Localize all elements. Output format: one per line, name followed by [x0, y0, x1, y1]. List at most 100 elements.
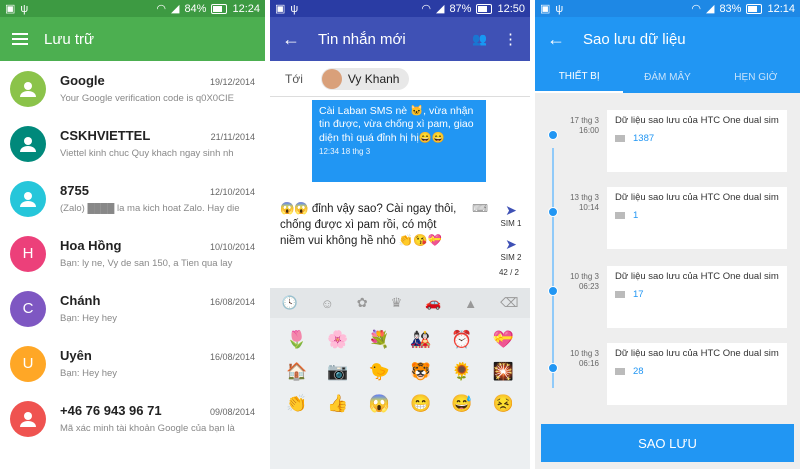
emoji-key[interactable]: 🌸 — [317, 330, 358, 350]
conversation-item[interactable]: +46 76 943 96 71 09/08/2014 Mã xác minh tà… — [0, 391, 265, 446]
backup-screen: ▣ ψ ◠ ◢ 83% 12:14 ← Sao lưu dữ liệu THIẾT… — [535, 0, 800, 469]
compose-area[interactable]: 😱😱 đỉnh vậy sao? Cài ngay thôi, chống đư… — [270, 190, 530, 286]
battery-icon — [746, 3, 763, 14]
tab-schedule[interactable]: HẸN GIỜ — [712, 61, 800, 93]
conversation-item[interactable]: 8755 12/10/2014 (Zalo) ████ la ma kich hoa… — [0, 171, 265, 226]
emoji-key[interactable]: ⏰ — [441, 330, 482, 350]
emoji-key[interactable]: 💝 — [483, 330, 524, 350]
backup-datetime: 13 thg 3 10:14 — [557, 193, 599, 212]
message-date: 09/08/2014 — [209, 407, 255, 417]
avatar — [321, 68, 342, 89]
emoji-key[interactable]: 😱 — [359, 394, 400, 414]
message-snippet: Mã xác minh tài khoản Google của bạn là — [60, 423, 235, 434]
backup-date: 10 thg 3 — [570, 272, 599, 281]
send-sim1-button[interactable]: ➤ SIM 1 — [498, 202, 524, 228]
backup-card[interactable]: Dữ liệu sao lưu của HTC One dual sim 17 — [607, 266, 787, 328]
emoji-category-tab[interactable]: ⌫ — [500, 295, 518, 311]
back-arrow-icon[interactable]: ← — [547, 29, 565, 50]
back-arrow-icon[interactable]: ← — [282, 29, 300, 50]
menu-icon[interactable] — [12, 33, 28, 45]
backup-time: 06:23 — [578, 281, 599, 291]
backup-entry[interactable]: 10 thg 3 06:23 Dữ liệu sao lưu của HTC One… — [535, 266, 800, 328]
message-snippet: Bạn: ly ne, Vy de san 150, a Tien qua la… — [60, 258, 233, 269]
signal-icon: ◢ — [170, 3, 180, 15]
emoji-category-tab[interactable]: ☺ — [321, 296, 334, 311]
backup-card[interactable]: Dữ liệu sao lưu của HTC One dual sim 1387 — [607, 110, 787, 172]
count-value: 1387 — [633, 132, 655, 144]
emoji-key[interactable]: 😁 — [400, 394, 441, 414]
emoji-key[interactable]: 🎎 — [400, 330, 441, 350]
tab-cloud[interactable]: ĐÁM MÂY — [623, 61, 711, 93]
message-date: 21/11/2014 — [210, 132, 255, 142]
emoji-key[interactable]: 😅 — [441, 394, 482, 414]
emoji-key[interactable]: 👍 — [317, 394, 358, 414]
backup-message-count: 17 — [615, 289, 779, 300]
archive-screen: ▣ ψ ◠ ◢ 84% 12:24 Lưu trữ Google 19/12/201… — [0, 0, 265, 469]
backup-card[interactable]: Dữ liệu sao lưu của HTC One dual sim 28 — [607, 343, 787, 405]
sent-message-bubble[interactable]: Cài Laban SMS nè 🐱, vừa nhận tin được, v… — [312, 100, 486, 182]
contact-name: 8755 — [60, 183, 89, 198]
conversation-item[interactable]: U Uyên 16/08/2014 Bạn: Hey hey — [0, 336, 265, 391]
person-icon — [20, 411, 36, 427]
emoji-category-tab[interactable]: ♛ — [391, 295, 403, 311]
avatar — [10, 125, 46, 162]
message-text: Cài Laban SMS nè 🐱, vừa nhận tin được, v… — [319, 105, 474, 144]
battery-percent: 87% — [449, 2, 472, 15]
contact-name: Hoa Hồng — [60, 238, 122, 253]
emoji-key[interactable]: 🐯 — [400, 362, 441, 382]
backup-entry[interactable]: 10 thg 3 06:16 Dữ liệu sao lưu của HTC One… — [535, 343, 800, 405]
emoji-key[interactable]: 🐤 — [359, 362, 400, 382]
backup-entry[interactable]: 17 thg 3 16:00 Dữ liệu sao lưu của HTC One… — [535, 110, 800, 172]
recipient-row: Tới Vy Khanh — [270, 61, 530, 97]
conversation-item[interactable]: Google 19/12/2014 Your Google verification… — [0, 61, 265, 116]
emoji-key[interactable]: 🏠 — [276, 362, 317, 382]
avatar — [10, 400, 46, 437]
signal-icon: ◢ — [705, 3, 715, 15]
backup-date: 17 thg 3 — [570, 116, 599, 125]
usb-icon: ψ — [290, 2, 299, 15]
send-sim2-button[interactable]: ➤ SIM 2 — [498, 236, 524, 262]
emoji-key[interactable]: 📷 — [317, 362, 358, 382]
recipient-chip[interactable]: Vy Khanh — [320, 67, 410, 90]
person-icon — [20, 136, 36, 152]
emoji-category-tab[interactable]: ✿ — [357, 295, 368, 311]
battery-icon — [476, 3, 493, 14]
emoji-key[interactable]: 🌻 — [441, 362, 482, 382]
emoji-category-tabs: 🕓 ☺ ✿ ♛ 🚗 ▲ ⌫ — [270, 288, 530, 318]
message-icon — [615, 290, 625, 298]
contacts-icon[interactable]: 👥 — [472, 32, 487, 46]
message-snippet: Bạn: Hey hey — [60, 313, 118, 324]
emoji-key[interactable]: 💐 — [359, 330, 400, 350]
emoji-category-tab[interactable]: 🚗 — [425, 295, 441, 311]
emoji-key[interactable]: 👏 — [276, 394, 317, 414]
emoji-category-tab[interactable]: 🕓 — [281, 295, 297, 311]
backup-button[interactable]: SAO LƯU — [541, 424, 794, 462]
battery-icon — [211, 3, 228, 14]
message-timestamp: 12:34 18 thg 3 — [319, 147, 371, 157]
avatar — [10, 180, 46, 217]
backup-card[interactable]: Dữ liệu sao lưu của HTC One dual sim 1 — [607, 187, 787, 249]
emoji-key[interactable]: 😣 — [483, 394, 524, 414]
backup-entry[interactable]: 13 thg 3 10:14 Dữ liệu sao lưu của HTC One… — [535, 187, 800, 249]
usb-icon: ψ — [20, 2, 29, 15]
emoji-category-tab[interactable]: ▲ — [464, 296, 477, 311]
tab-device[interactable]: THIẾT BỊ — [535, 61, 624, 93]
wifi-icon: ◠ — [156, 3, 166, 15]
more-options-icon[interactable]: ⋮ — [503, 30, 518, 48]
avatar: U — [10, 345, 46, 382]
send-icon: ➤ — [505, 202, 517, 218]
avatar — [10, 70, 46, 107]
emoji-key[interactable]: 🌷 — [276, 330, 317, 350]
conversation-item[interactable]: CSKHVIETTEL 21/11/2014 Viettel kinh chuc Q… — [0, 116, 265, 171]
backup-datetime: 10 thg 3 06:23 — [557, 272, 599, 291]
status-bar: ▣ ψ ◠ ◢ 83% 12:14 — [535, 0, 800, 17]
conversation-item[interactable]: C Chánh 16/08/2014 Bạn: Hey hey — [0, 281, 265, 336]
keyboard-icon[interactable]: ⌨ — [472, 202, 488, 215]
conversation-item[interactable]: H Hoa Hồng 10/10/2014 Bạn: ly ne, Vy de san… — [0, 226, 265, 281]
backup-title: Dữ liệu sao lưu của HTC One dual sim — [615, 271, 779, 282]
compose-input[interactable]: 😱😱 đỉnh vậy sao? Cài ngay thôi, chống đư… — [280, 202, 462, 250]
contact-name: Chánh — [60, 293, 101, 308]
emoji-key[interactable]: 🎇 — [483, 362, 524, 382]
page-title: Sao lưu dữ liệu — [583, 30, 686, 48]
char-counter: 42 / 2 — [498, 268, 519, 277]
